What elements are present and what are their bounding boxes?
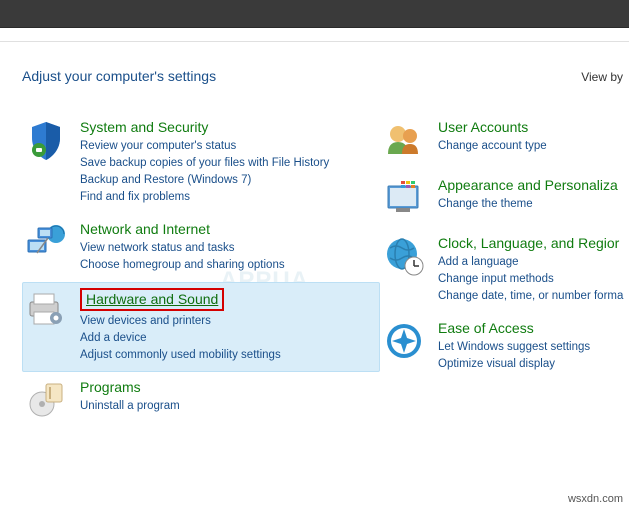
page-title: Adjust your computer's settings (22, 68, 216, 84)
link-add-language[interactable]: Add a language (438, 254, 627, 271)
category-title-ease-of-access[interactable]: Ease of Access (438, 319, 534, 337)
category-title-system-security[interactable]: System and Security (80, 118, 208, 136)
programs-icon (24, 378, 68, 422)
globe-clock-icon (382, 234, 426, 278)
link-find-fix[interactable]: Find and fix problems (80, 189, 378, 206)
ease-of-access-icon (382, 319, 426, 363)
category-title-programs[interactable]: Programs (80, 378, 141, 396)
category-programs: Programs Uninstall a program (22, 372, 380, 430)
category-hardware-sound: Hardware and Sound View devices and prin… (22, 282, 380, 372)
category-title-appearance[interactable]: Appearance and Personaliza (438, 176, 618, 194)
link-mobility-settings[interactable]: Adjust commonly used mobility settings (80, 347, 378, 364)
category-system-security: System and Security Review your computer… (22, 112, 380, 214)
link-network-status[interactable]: View network status and tasks (80, 240, 378, 257)
link-input-methods[interactable]: Change input methods (438, 271, 627, 288)
category-title-clock-language[interactable]: Clock, Language, and Regior (438, 234, 619, 252)
category-title-hardware-sound[interactable]: Hardware and Sound (80, 288, 224, 311)
category-network-internet: Network and Internet View network status… (22, 214, 380, 282)
category-title-user-accounts[interactable]: User Accounts (438, 118, 528, 136)
link-review-status[interactable]: Review your computer's status (80, 138, 378, 155)
link-devices-printers[interactable]: View devices and printers (80, 313, 378, 330)
network-icon (24, 220, 68, 264)
link-change-account-type[interactable]: Change account type (438, 138, 627, 155)
category-user-accounts: User Accounts Change account type (380, 112, 629, 170)
link-add-device[interactable]: Add a device (80, 330, 378, 347)
category-appearance: Appearance and Personaliza Change the th… (380, 170, 629, 228)
category-ease-of-access: Ease of Access Let Windows suggest setti… (380, 313, 629, 381)
link-change-theme[interactable]: Change the theme (438, 196, 627, 213)
shield-icon (24, 118, 68, 162)
link-suggest-settings[interactable]: Let Windows suggest settings (438, 339, 627, 356)
link-optimize-visual[interactable]: Optimize visual display (438, 356, 627, 373)
link-homegroup[interactable]: Choose homegroup and sharing options (80, 257, 378, 274)
view-by-label[interactable]: View by (581, 70, 623, 84)
address-bar-area (0, 28, 629, 42)
printer-icon (24, 288, 68, 332)
link-backup-restore[interactable]: Backup and Restore (Windows 7) (80, 172, 378, 189)
link-file-history[interactable]: Save backup copies of your files with Fi… (80, 155, 378, 172)
link-uninstall[interactable]: Uninstall a program (80, 398, 378, 415)
category-clock-language: Clock, Language, and Regior Add a langua… (380, 228, 629, 313)
window-title-bar (0, 0, 629, 28)
source-watermark: wsxdn.com (568, 493, 623, 505)
appearance-icon (382, 176, 426, 220)
user-accounts-icon (382, 118, 426, 162)
link-date-time-format[interactable]: Change date, time, or number forma (438, 288, 627, 305)
category-title-network-internet[interactable]: Network and Internet (80, 220, 210, 238)
